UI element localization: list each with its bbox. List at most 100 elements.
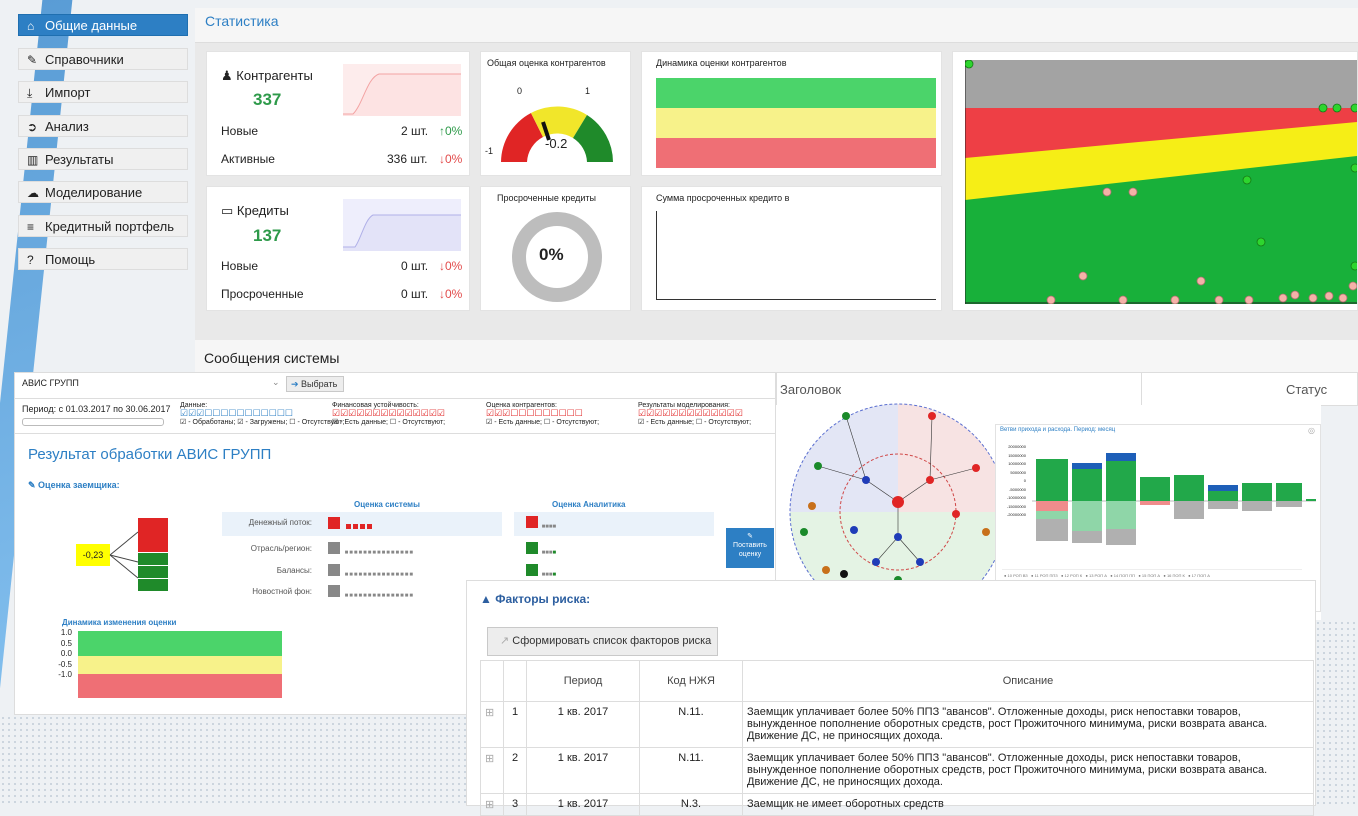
col-code: Код НЖЯ — [639, 660, 743, 702]
credits-sparkline — [343, 199, 461, 251]
user-icon: ♟ — [221, 68, 237, 83]
messages-col-status: Статус — [1286, 382, 1328, 397]
gauge-title: Общая оценка контрагентов — [487, 58, 606, 68]
score-bar-red — [138, 518, 168, 552]
analyst-eval-cashflow: ■■■■ — [526, 516, 556, 530]
new-credits-delta: ↓0% — [439, 259, 463, 273]
sidebar-item-general[interactable]: ⌂ Общие данные — [18, 14, 188, 36]
data-status: Данные: ☑☑☑☐☐☐☐☐☐☐☐☐☐☐ ☑ - Обработаны; ☑… — [180, 402, 345, 426]
y-axis — [656, 211, 657, 299]
counterparties-count: 337 — [253, 90, 282, 109]
download-icon: ⤓ — [27, 86, 33, 100]
messages-col-title: Заголовок — [780, 382, 842, 397]
system-eval-cashflow — [328, 516, 374, 534]
model-status: Результаты моделирования: ☑☑☑☑☑☑☑☑☑☑☑☑☑ … — [638, 402, 752, 426]
select-button[interactable]: ➔ Выбрать — [286, 376, 344, 392]
warning-icon: ▲ — [480, 592, 496, 606]
credits-panel: ▭ Кредиты 137 Новые 0 шт. ↓0% Просроченн… — [206, 186, 470, 311]
dynamics-panel: Динамика оценки контрагентов — [641, 51, 942, 176]
messages-col-divider — [1141, 372, 1142, 406]
sidebar-item-import[interactable]: ⤓ Импорт — [18, 81, 188, 103]
new-credits-value: 0 шт. — [401, 259, 429, 273]
messages-table-header — [776, 372, 1358, 406]
new-counterparties-value: 2 шт. — [401, 124, 429, 138]
expand-icon[interactable]: ⊞ — [480, 701, 504, 748]
flow-legend: ● 10 РОП ВЗ ● 11 РОП ППЗ ● 12 РОП К ● 13… — [1004, 573, 1210, 578]
generate-risk-list-button[interactable]: ↗ Сформировать список факторов риска — [487, 627, 718, 656]
band-green — [656, 78, 936, 108]
stats-header — [195, 8, 1358, 43]
borrower-eval-label: ✎ Оценка заемщика: — [28, 480, 120, 490]
overdue-sum-panel: Сумма просроченных кредито в — [641, 186, 942, 311]
criterion-industry: Отрасль/регион: — [250, 544, 312, 553]
expand-icon[interactable]: ⊞ — [480, 747, 504, 794]
sidebar-item-modeling[interactable]: ☁ Моделирование — [18, 181, 188, 203]
flow-chart-title: Ветви прихода и расхода. Период: месяц — [1000, 427, 1116, 433]
new-counterparties-label: Новые — [221, 124, 259, 138]
export-icon: ↗ — [500, 635, 513, 647]
band-red — [656, 138, 936, 168]
dyn-band-green — [78, 631, 282, 656]
gauge-max-label: 1 — [585, 86, 591, 96]
criterion-cashflow: Денежный поток: — [248, 518, 312, 527]
flow-bar-chart — [1032, 453, 1316, 545]
period-slider[interactable] — [22, 418, 164, 426]
edit-icon: ✎ — [27, 53, 38, 67]
model-checkboxes: ☑☑☑☑☑☑☑☑☑☑☑☑☑ — [638, 408, 743, 418]
edit-icon: ✎ — [28, 480, 39, 490]
home-icon: ⌂ — [27, 19, 35, 33]
new-credits-label: Новые — [221, 259, 259, 273]
risk-table: Период Код НЖЯ Описание ⊞ 1 1 кв. 2017 N… — [480, 660, 1314, 816]
overdue-credits-label: Просроченные — [221, 287, 304, 301]
period-label: Период: с 01.03.2017 по 30.06.2017 — [22, 404, 171, 414]
sidebar-item-analysis[interactable]: ➲ Анализ — [18, 115, 188, 137]
overdue-credits-title: Просроченные кредиты — [497, 193, 597, 203]
dyn-y-ticks: 1.0 0.5 0.0 -0.5 -1.0 — [58, 628, 72, 679]
sidebar-item-directories[interactable]: ✎ Справочники — [18, 48, 188, 70]
new-counterparties-delta: ↑0% — [439, 124, 463, 138]
edit-icon: ✎ — [747, 533, 753, 540]
eval-status: Оценка контрагентов: ☑☑☑☐☐☐☐☐☐☐☐☐ ☑ - Ес… — [486, 402, 600, 426]
sidebar-item-help[interactable]: ? Помощь — [18, 248, 188, 270]
sidebar-item-results[interactable]: ▥ Результаты — [18, 148, 188, 170]
score-bar-green — [138, 552, 168, 565]
col-description: Описание — [742, 660, 1314, 702]
active-counterparties-delta: ↓0% — [439, 152, 463, 166]
x-axis — [656, 299, 936, 300]
gauge-mid-label: 0 — [517, 86, 523, 96]
score-value: -0,23 — [76, 544, 110, 566]
set-score-button[interactable]: ✎ Поставить оценку — [726, 528, 774, 568]
company-select-value: АВИС ГРУПП — [22, 378, 79, 388]
overdue-sum-title: Сумма просроченных кредито в — [656, 193, 790, 203]
credits-count: 137 — [253, 226, 282, 245]
gauge-panel: Общая оценка контрагентов 0 1 -1 -0.2 — [480, 51, 631, 176]
score-gauge — [501, 106, 613, 172]
dyn-band-red — [78, 674, 282, 698]
gauge-min-label: -1 — [485, 146, 494, 156]
eval-checkboxes: ☑☑☑☐☐☐☐☐☐☐☐☐ — [486, 408, 583, 418]
score-bar-green — [138, 565, 168, 578]
overdue-donut-value: 0% — [539, 245, 564, 264]
col-period: Период — [526, 660, 640, 702]
system-eval-balances: ■■■■■■■■■■■■■■■ — [328, 564, 414, 578]
dyn-band-yellow — [78, 656, 282, 674]
expand-icon[interactable]: ⊞ — [480, 793, 504, 816]
close-icon[interactable]: ◎ — [1308, 426, 1315, 435]
system-eval-news: ■■■■■■■■■■■■■■■ — [328, 585, 414, 599]
dynamics-title: Динамика оценки контрагентов — [656, 58, 787, 68]
system-eval-industry: ■■■■■■■■■■■■■■■ — [328, 542, 414, 556]
table-row: ⊞ 2 1 кв. 2017 N.11. Заемщик уплачивает … — [480, 747, 1314, 794]
credits-label: ▭ Кредиты — [221, 203, 289, 218]
bar-chart-icon: ▥ — [27, 153, 39, 167]
table-row: ⊞ 3 1 кв. 2017 N.3. Заемщик не имеет обо… — [480, 793, 1314, 816]
flow-y-ticks: 20000000 15000000 10000000 5000000 0 -5000000… — [1006, 444, 1026, 517]
sidebar-item-portfolio[interactable]: ≡ Кредитный портфель — [18, 215, 188, 237]
scatter-chart — [965, 60, 1357, 304]
counterparties-sparkline — [343, 64, 461, 116]
score-bar-green — [138, 578, 168, 591]
counterparties-label: ♟ Контрагенты — [221, 68, 313, 83]
overdue-credits-panel: Просроченные кредиты 0% — [480, 186, 631, 311]
active-counterparties-label: Активные — [221, 152, 275, 166]
messages-title: Сообщения системы — [204, 350, 340, 366]
analyst-eval-balances: ■■■■ — [526, 564, 556, 578]
